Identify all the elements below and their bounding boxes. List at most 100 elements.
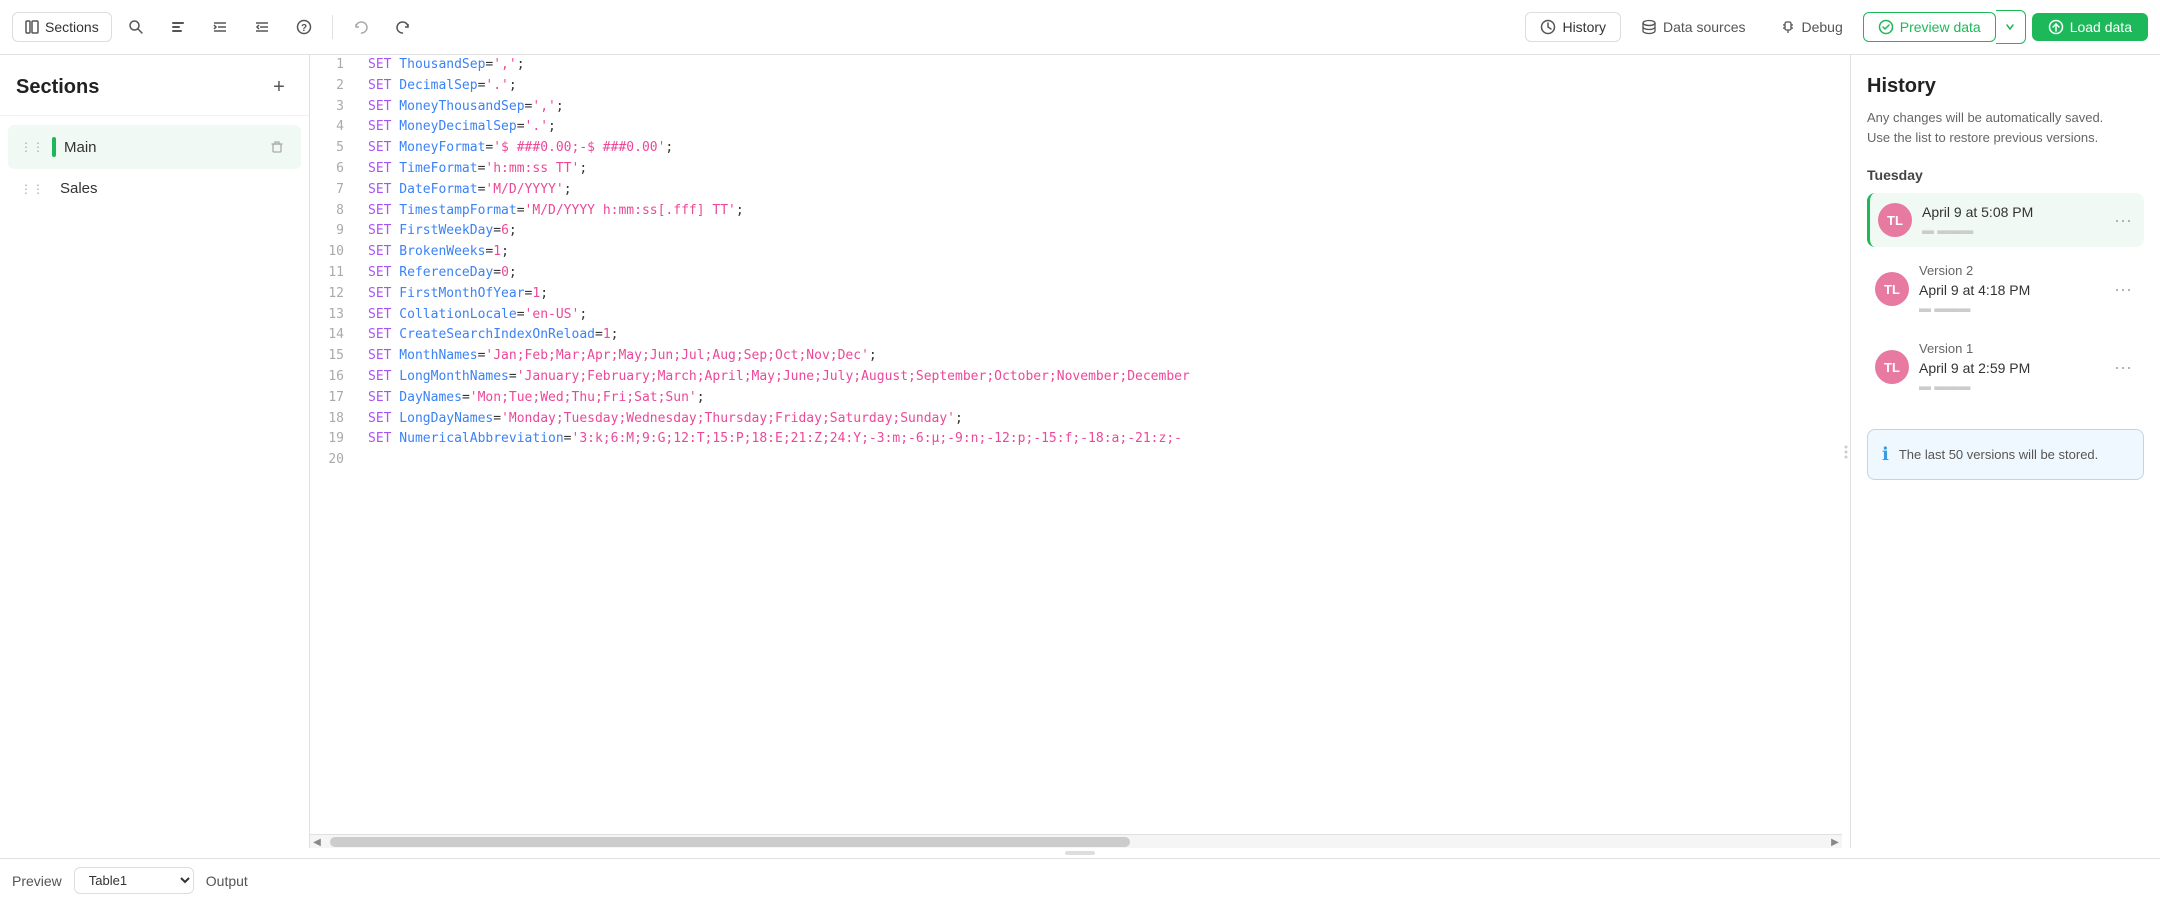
history-button[interactable]: History — [1525, 12, 1621, 42]
code-line-5: 5SET MoneyFormat='$ ###0.00;-$ ###0.00'; — [310, 138, 1842, 159]
identifier: CreateSearchIndexOnReload — [391, 327, 595, 342]
chevron-down-icon — [2005, 22, 2015, 32]
preview-data-icon — [1878, 19, 1894, 35]
search-button[interactable] — [118, 9, 154, 45]
resize-bar[interactable] — [0, 848, 2160, 858]
keyword: SET — [368, 348, 391, 363]
resize-handle[interactable] — [1065, 851, 1095, 855]
value: 'Jan;Feb;Mar;Apr;May;Jun;Jul;Aug;Sep;Oct… — [485, 348, 869, 363]
line-code-19: SET NumericalAbbreviation='3:k;6:M;9:G;1… — [360, 429, 1842, 450]
line-number-15: 15 — [310, 346, 360, 367]
keyword: SET — [368, 265, 391, 280]
undo-button[interactable] — [343, 9, 379, 45]
identifier: ReferenceDay — [391, 265, 493, 280]
keyword: SET — [368, 223, 391, 238]
outdent-button[interactable] — [244, 9, 280, 45]
editor-area: 1SET ThousandSep=',';2SET DecimalSep='.'… — [310, 55, 1842, 848]
keyword: SET — [368, 182, 391, 197]
datasources-label: Data sources — [1663, 19, 1745, 35]
value: 6 — [501, 223, 509, 238]
value: 'h:mm:ss TT' — [485, 161, 579, 176]
preview-data-button[interactable]: Preview data — [1863, 12, 1996, 42]
load-data-icon — [2048, 19, 2064, 35]
indent-button[interactable] — [202, 9, 238, 45]
line-code-3: SET MoneyThousandSep=','; — [360, 97, 1842, 118]
history-icon — [1540, 19, 1556, 35]
history-item-dots-v1[interactable]: ··· — [2110, 355, 2136, 380]
history-item-dots-v2[interactable]: ··· — [2110, 277, 2136, 302]
datasources-button[interactable]: Data sources — [1627, 13, 1759, 41]
preview-load-group: Preview data — [1863, 10, 2026, 44]
operator: ; — [509, 265, 517, 280]
help-button[interactable]: ? — [286, 9, 322, 45]
sections-toggle-button[interactable]: Sections — [12, 12, 112, 42]
value: 'January;February;March;April;May;June;J… — [517, 369, 1190, 384]
code-editor[interactable]: 1SET ThousandSep=',';2SET DecimalSep='.'… — [310, 55, 1842, 834]
identifier: BrokenWeeks — [391, 244, 485, 259]
drag-handle-main: ⋮⋮ — [20, 140, 44, 154]
output-tab[interactable]: Output — [206, 873, 248, 889]
history-info-box: ℹ The last 50 versions will be stored. — [1867, 429, 2144, 480]
add-section-button[interactable]: + — [265, 73, 293, 101]
preview-tab[interactable]: Preview — [12, 873, 62, 889]
load-data-button[interactable]: Load data — [2032, 13, 2148, 41]
identifier: MoneyThousandSep — [391, 99, 524, 114]
keyword: SET — [368, 161, 391, 176]
sections-icon — [25, 20, 39, 34]
identifier: DecimalSep — [391, 78, 477, 93]
operator: ; — [509, 78, 517, 93]
value: 'Mon;Tue;Wed;Thu;Fri;Sat;Sun' — [470, 390, 697, 405]
line-number-4: 4 — [310, 117, 360, 138]
code-line-7: 7SET DateFormat='M/D/YYYY'; — [310, 180, 1842, 201]
line-code-11: SET ReferenceDay=0; — [360, 263, 1842, 284]
line-number-9: 9 — [310, 221, 360, 242]
line-code-15: SET MonthNames='Jan;Feb;Mar;Apr;May;Jun;… — [360, 346, 1842, 367]
value: 1 — [493, 244, 501, 259]
operator: = — [517, 203, 525, 218]
svg-text:?: ? — [301, 23, 307, 34]
preview-data-dropdown[interactable] — [1996, 10, 2026, 44]
table-select[interactable]: Table1 — [74, 867, 194, 894]
operator: ; — [697, 390, 705, 405]
line-code-13: SET CollationLocale='en-US'; — [360, 305, 1842, 326]
vertical-resize-handle[interactable] — [1842, 55, 1850, 848]
scroll-left[interactable]: ◀ — [310, 835, 324, 848]
format-button[interactable] — [160, 9, 196, 45]
value: 'M/D/YYYY h:mm:ss[.fff] TT' — [525, 203, 736, 218]
debug-button[interactable]: Debug — [1766, 13, 1857, 41]
history-item-v1[interactable]: TL Version 1 April 9 at 2:59 PM ▬ ▬▬▬ ··… — [1867, 331, 2144, 403]
delete-main-button[interactable] — [265, 135, 289, 159]
sidebar-item-sales[interactable]: ⋮⋮ Sales — [8, 170, 301, 207]
redo-icon — [395, 19, 411, 35]
history-info-text: The last 50 versions will be stored. — [1899, 447, 2098, 462]
line-number-1: 1 — [310, 55, 360, 76]
history-item-v2[interactable]: TL Version 2 April 9 at 4:18 PM ▬ ▬▬▬ ··… — [1867, 253, 2144, 325]
debug-label: Debug — [1802, 19, 1843, 35]
scroll-right[interactable]: ▶ — [1828, 835, 1842, 848]
horizontal-scrollbar[interactable]: ◀ ▶ — [310, 834, 1842, 848]
line-number-19: 19 — [310, 429, 360, 450]
toolbar: Sections ? — [0, 0, 2160, 55]
history-item-dots-current[interactable]: ··· — [2110, 208, 2136, 233]
history-version-badge-v2: Version 2 — [1919, 263, 2100, 278]
code-line-8: 8SET TimestampFormat='M/D/YYYY h:mm:ss[.… — [310, 201, 1842, 222]
history-item-current[interactable]: TL April 9 at 5:08 PM ▬ ▬▬▬ ··· — [1867, 193, 2144, 247]
operator: = — [462, 390, 470, 405]
separator-1 — [332, 15, 333, 39]
operator: ; — [611, 327, 619, 342]
sidebar-item-label-main: Main — [64, 139, 257, 156]
scrollbar-thumb[interactable] — [330, 837, 1130, 847]
history-day-label: Tuesday — [1867, 167, 2144, 183]
value: ',' — [532, 99, 555, 114]
code-line-11: 11SET ReferenceDay=0; — [310, 263, 1842, 284]
sidebar-item-main[interactable]: ⋮⋮ Main — [8, 125, 301, 169]
line-number-2: 2 — [310, 76, 360, 97]
line-number-3: 3 — [310, 97, 360, 118]
line-code-16: SET LongMonthNames='January;February;Mar… — [360, 367, 1842, 388]
line-code-18: SET LongDayNames='Monday;Tuesday;Wednesd… — [360, 409, 1842, 430]
redo-button[interactable] — [385, 9, 421, 45]
value: 'M/D/YYYY' — [485, 182, 563, 197]
keyword: SET — [368, 244, 391, 259]
line-code-2: SET DecimalSep='.'; — [360, 76, 1842, 97]
line-number-7: 7 — [310, 180, 360, 201]
